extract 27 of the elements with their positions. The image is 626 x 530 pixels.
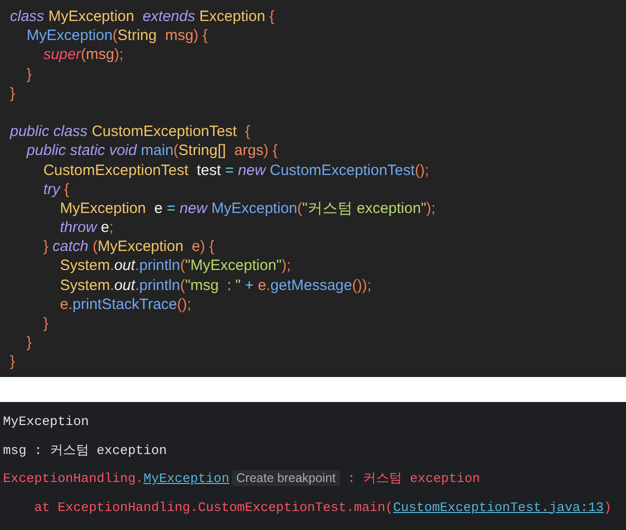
console-line: msg : 커스텀 exception <box>3 442 167 460</box>
code-line: super(msg); <box>42 45 124 65</box>
code-line: } <box>10 352 16 372</box>
code-line: MyException(String msg) { <box>26 26 208 46</box>
code-line: MyException e = new MyException("커스텀 exception"); <box>59 198 436 218</box>
source-link[interactable]: CustomExceptionTest.java:13 <box>393 500 604 514</box>
code-line: } <box>26 333 32 352</box>
error-text: ExceptionHandling. <box>3 471 144 486</box>
code-line: } catch (MyException e) { <box>42 237 214 256</box>
code-line: } <box>42 314 48 334</box>
code-line: throw e; <box>59 218 114 238</box>
code-line: } <box>10 84 16 103</box>
create-breakpoint-hint[interactable]: Create breakpoint <box>232 470 340 486</box>
code-line: public class CustomExceptionTest { <box>10 122 250 142</box>
code-line: } <box>26 64 32 84</box>
code-line: class MyException extends Exception { <box>10 7 274 26</box>
error-text: ) <box>604 500 612 514</box>
code-line: try { <box>42 180 70 199</box>
code-line: CustomExceptionTest test = new CustomExceptionTest(); <box>42 160 429 180</box>
code-line: public static void main(String[] args) { <box>25 141 278 160</box>
error-text: at ExceptionHandling.CustomExceptionTest.main( <box>33 500 394 514</box>
error-text: : 커스텀 exception <box>346 471 480 486</box>
source-link[interactable]: MyException <box>143 471 230 486</box>
code-line: System.out.println("msg : " + e.getMessage()); <box>59 276 372 295</box>
code-line: System.out.println("MyException"); <box>59 256 291 276</box>
console-line: MyException <box>3 413 89 431</box>
code-line: e.printStackTrace(); <box>59 294 192 314</box>
